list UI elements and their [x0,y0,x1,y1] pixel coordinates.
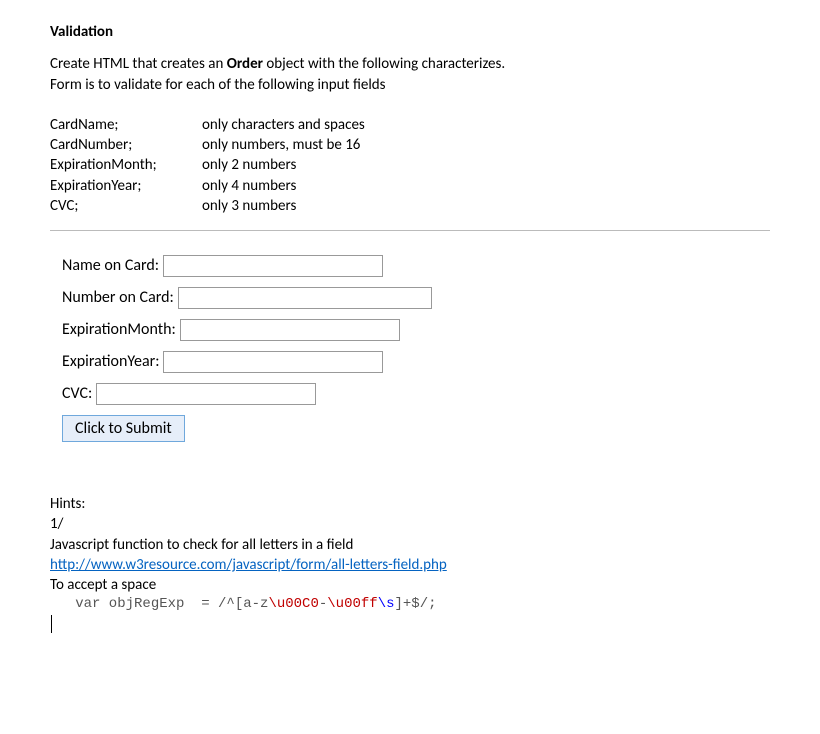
label-number-on-card: Number on Card: [62,287,178,309]
field-row: CVC; only 3 numbers [50,196,770,216]
intro-line1-bold: Order [227,55,263,73]
hints-desc: Javascript function to check for all let… [50,535,770,555]
text-cursor [51,615,52,633]
form-row-cvc: CVC: [62,383,770,405]
hints-link[interactable]: http://www.w3resource.com/javascript/for… [50,556,447,574]
input-expiration-year[interactable] [163,351,383,373]
code-esc3: \s [378,596,395,612]
code-mid1: - [319,596,327,612]
field-name: ExpirationMonth; [50,155,202,175]
field-rule: only 3 numbers [202,196,770,216]
field-rule: only 4 numbers [202,176,770,196]
field-name: ExpirationYear; [50,176,202,196]
field-rule: only characters and spaces [202,115,770,135]
form-row-exp-year: ExpirationYear: [62,351,770,373]
field-rule: only numbers, must be 16 [202,135,770,155]
label-name-on-card: Name on Card: [62,255,163,277]
label-expiration-month: ExpirationMonth: [62,319,180,341]
field-requirements-table: CardName; only characters and spaces Car… [50,115,770,216]
input-number-on-card[interactable] [178,287,432,309]
hints-section: Hints: 1/ Javascript function to check f… [50,494,770,634]
form-row-name: Name on Card: [62,255,770,277]
field-rule: only 2 numbers [202,155,770,175]
divider [50,230,770,231]
input-expiration-month[interactable] [180,319,400,341]
form-row-submit: Click to Submit [62,415,770,442]
field-row: CardName; only characters and spaces [50,115,770,135]
intro-line1-c: object with the following characterizes. [263,55,505,73]
field-name: CardNumber; [50,135,202,155]
hints-title: Hints: [50,494,770,514]
submit-button[interactable]: Click to Submit [62,415,185,442]
section-heading: Validation [50,22,770,42]
hints-accept-space: To accept a space [50,575,770,595]
label-cvc: CVC: [62,383,96,405]
intro-line1-a: Create HTML that creates an [50,55,227,73]
code-pre: var objRegExp = /^[a-z [50,596,268,612]
hints-number: 1/ [50,514,770,534]
label-expiration-year: ExpirationYear: [62,351,163,373]
intro-text: Create HTML that creates an Order object… [50,54,770,95]
field-name: CardName; [50,115,202,135]
code-esc1: \u00C0 [268,596,318,612]
intro-line2: Form is to validate for each of the foll… [50,75,770,95]
code-esc2: \u00ff [327,596,377,612]
hints-code: var objRegExp = /^[a-z\u00C0-\u00ff\s]+$… [50,595,770,614]
input-cvc[interactable] [96,383,316,405]
form-row-exp-month: ExpirationMonth: [62,319,770,341]
field-name: CVC; [50,196,202,216]
field-row: ExpirationYear; only 4 numbers [50,176,770,196]
field-row: CardNumber; only numbers, must be 16 [50,135,770,155]
input-name-on-card[interactable] [163,255,383,277]
form-row-number: Number on Card: [62,287,770,309]
order-form: Name on Card: Number on Card: Expiration… [50,255,770,442]
code-tail: ]+$/; [395,596,437,612]
field-row: ExpirationMonth; only 2 numbers [50,155,770,175]
